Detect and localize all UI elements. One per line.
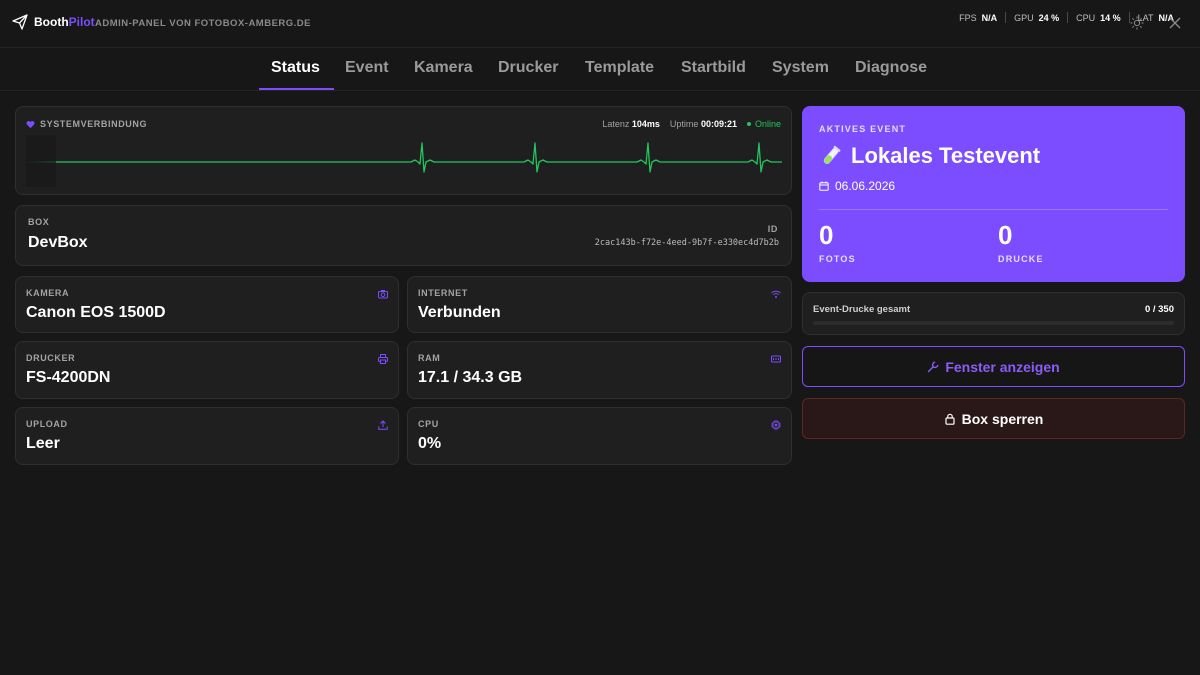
- printer-icon: [378, 354, 388, 364]
- tile-value: Leer: [26, 435, 60, 452]
- memory-icon: [771, 355, 781, 363]
- stat-cpu: CPU 14 %: [1068, 12, 1130, 23]
- tab-template[interactable]: Template: [585, 59, 654, 77]
- tab-kamera[interactable]: Kamera: [414, 59, 473, 77]
- event-prints-total-count: 0 / 350: [1144, 304, 1174, 315]
- lock-box-button[interactable]: Box sperren: [802, 398, 1185, 439]
- box-name: DevBox: [28, 234, 88, 251]
- chip-icon: [771, 420, 781, 430]
- stat-value: 24 %: [1038, 12, 1060, 23]
- tile-value: Verbunden: [418, 304, 501, 321]
- brand-name-part1: Booth: [34, 15, 69, 29]
- event-title-row: Lokales Testevent: [819, 143, 1040, 169]
- event-divider: [819, 209, 1168, 210]
- prints-count: 0: [998, 220, 1013, 250]
- paper-plane-icon: [12, 14, 28, 30]
- tile-cpu: CPU 0%: [407, 407, 792, 465]
- tile-drucker: DRUCKER FS-4200DN: [15, 341, 399, 399]
- tab-drucker[interactable]: Drucker: [498, 59, 558, 77]
- status-dot-icon: [746, 122, 751, 126]
- online-status-label: Online: [754, 119, 781, 129]
- event-prints-progress-bar: [813, 321, 1174, 325]
- system-connection-card: SYSTEMVERBINDUNG Latenz 104ms Uptime 00:…: [15, 106, 792, 195]
- uptime: Uptime 00:09:21: [670, 119, 737, 129]
- tile-label: CPU: [418, 419, 439, 429]
- event-title: Lokales Testevent: [851, 143, 1041, 168]
- wrench-icon: [928, 361, 939, 372]
- uptime-value: 00:09:21: [700, 119, 737, 129]
- tile-label: UPLOAD: [26, 419, 68, 429]
- lock-box-label: Box sperren: [961, 410, 1044, 427]
- brand-name-part2: Pilot: [68, 15, 95, 29]
- stat-gpu: GPU 24 %: [1006, 12, 1069, 23]
- event-date-row: 06.06.2026: [819, 179, 895, 193]
- tile-ram: RAM 17.1 / 34.3 GB: [407, 341, 792, 399]
- box-label: BOX: [28, 217, 50, 227]
- box-card: BOX DevBox ID 2cac143b-f72e-4eed-9b7f-e3…: [15, 205, 792, 266]
- photos-label: FOTOS: [819, 254, 856, 264]
- wifi-icon: [771, 290, 781, 298]
- tile-value: 0%: [418, 435, 442, 452]
- tile-value: 17.1 / 34.3 GB: [418, 369, 523, 386]
- theme-toggle-icon[interactable]: [1130, 16, 1144, 30]
- tab-status[interactable]: Status: [271, 59, 320, 77]
- latency: Latenz 104ms: [602, 119, 660, 129]
- tab-startbild[interactable]: Startbild: [681, 59, 746, 77]
- calendar-icon: [819, 181, 829, 191]
- show-window-label: Fenster anzeigen: [945, 358, 1060, 375]
- active-event-card: AKTIVES EVENT Lokales Testevent 06.06.20…: [802, 106, 1185, 282]
- camera-icon: [378, 290, 388, 299]
- latency-value: 104ms: [631, 119, 660, 129]
- heart-icon: [26, 120, 35, 128]
- active-tab-indicator: [259, 88, 334, 90]
- heartbeat-graph: [26, 135, 782, 187]
- box-id-label: ID: [767, 224, 778, 234]
- tile-kamera: KAMERA Canon EOS 1500D: [15, 276, 399, 333]
- box-id-value: 2cac143b-f72e-4eed-9b7f-e330ec4d7b2b: [594, 238, 779, 248]
- brand-subtitle: ADMIN-PANEL VON FOTOBOX-AMBERG.DE: [95, 18, 312, 29]
- show-window-button[interactable]: Fenster anzeigen: [802, 346, 1185, 387]
- stat-label: FPS: [959, 12, 977, 23]
- tile-value: FS-4200DN: [26, 369, 111, 386]
- tile-label: KAMERA: [26, 288, 70, 298]
- system-connection-header: SYSTEMVERBINDUNG: [26, 119, 147, 129]
- test-tube-icon: [823, 145, 841, 164]
- brand-name: BoothPilot: [34, 15, 95, 29]
- tab-event[interactable]: Event: [345, 59, 389, 77]
- tile-internet: INTERNET Verbunden: [407, 276, 792, 333]
- close-icon[interactable]: [1168, 16, 1182, 30]
- lock-icon: [945, 413, 955, 425]
- latency-label: Latenz: [602, 119, 630, 129]
- tile-upload: UPLOAD Leer: [15, 407, 399, 465]
- stat-value: 14 %: [1100, 12, 1121, 23]
- event-prints-total-label: Event-Drucke gesamt: [813, 304, 911, 315]
- stat-value: N/A: [981, 12, 998, 23]
- upload-icon: [378, 420, 388, 430]
- tab-system[interactable]: System: [772, 59, 829, 77]
- online-status: Online: [746, 119, 781, 129]
- stat-label: GPU: [1014, 12, 1034, 23]
- prints-label: DRUCKE: [998, 254, 1044, 264]
- event-prints-total-card: Event-Drucke gesamt 0 / 350: [802, 292, 1185, 335]
- top-bar: BoothPilot ADMIN-PANEL VON FOTOBOX-AMBER…: [0, 0, 1200, 48]
- system-connection-title: SYSTEMVERBINDUNG: [40, 119, 148, 129]
- tab-bar: Status Event Kamera Drucker Template Sta…: [0, 48, 1200, 91]
- event-date: 06.06.2026: [835, 179, 896, 193]
- brand: BoothPilot: [12, 14, 95, 30]
- stat-fps: FPS N/A: [951, 12, 1007, 23]
- photos-count: 0: [819, 220, 834, 250]
- tile-label: DRUCKER: [26, 353, 76, 363]
- tile-label: INTERNET: [418, 288, 468, 298]
- active-event-label: AKTIVES EVENT: [819, 124, 907, 134]
- tile-value: Canon EOS 1500D: [26, 304, 166, 321]
- uptime-label: Uptime: [669, 119, 699, 129]
- tile-label: RAM: [418, 353, 441, 363]
- system-connection-meta: Latenz 104ms Uptime 00:09:21 Online: [602, 119, 781, 129]
- stat-label: CPU: [1076, 12, 1096, 23]
- tab-diagnose[interactable]: Diagnose: [855, 59, 927, 77]
